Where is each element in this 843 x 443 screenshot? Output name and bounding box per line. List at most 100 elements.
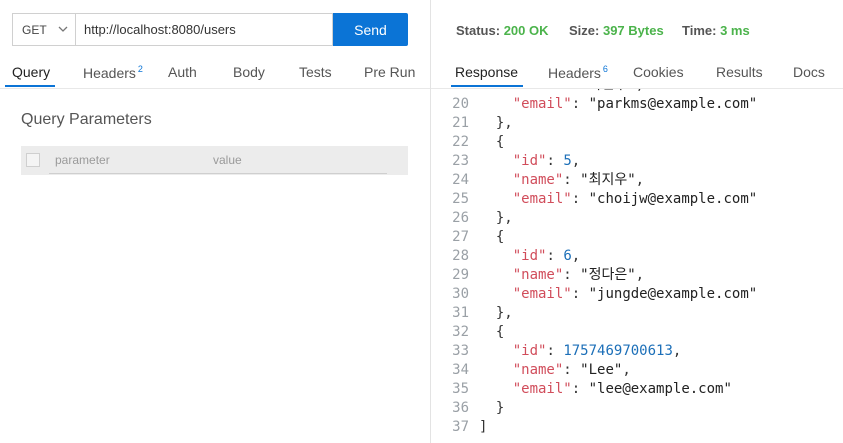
code-text: "email": "choijw@example.com"	[512, 191, 758, 207]
code-text: "id": 1757469700613,	[512, 343, 682, 359]
size-indicator: Size: 397 Bytes	[569, 23, 664, 38]
response-body-viewer[interactable]: 19 "name": "박민수",20 "email": "parkms@exa…	[431, 89, 843, 443]
status-label: Status:	[456, 23, 501, 38]
headers-count-badge: 6	[602, 64, 608, 74]
code-text: "name": "최지우",	[512, 172, 645, 188]
code-text: "id": 5,	[512, 153, 581, 169]
tab-label: Query	[12, 64, 51, 80]
tab-tests[interactable]: Tests	[299, 64, 332, 80]
request-pane: GET http://localhost:8080/users Send Que…	[0, 0, 430, 443]
code-line: 33 "id": 1757469700613,	[431, 342, 757, 361]
code-line: 28 "id": 6,	[431, 247, 757, 266]
section-title: Query Parameters	[21, 111, 152, 128]
tab-pre-run[interactable]: Pre Run	[364, 64, 415, 80]
code-text: "email": "jungde@example.com"	[512, 286, 758, 302]
size-value: 397 Bytes	[602, 23, 664, 38]
code-line: 25 "email": "choijw@example.com"	[431, 190, 757, 209]
active-tab-indicator	[5, 85, 55, 87]
code-line: 27 {	[431, 228, 757, 247]
code-text: {	[495, 229, 505, 245]
divider	[0, 88, 430, 89]
code-text: },	[495, 305, 513, 321]
line-number: 26	[452, 210, 469, 226]
tab-label: Tests	[299, 64, 332, 80]
code-line: 26 },	[431, 209, 757, 228]
param-enable-checkbox[interactable]	[26, 153, 40, 167]
chevron-down-icon	[58, 26, 68, 32]
code-text: "id": 6,	[512, 248, 581, 264]
send-button-label: Send	[354, 21, 387, 38]
time-value: 3 ms	[720, 23, 750, 38]
line-number: 31	[452, 305, 469, 321]
tab-results[interactable]: Results	[716, 64, 763, 80]
code-line: 37]	[431, 418, 757, 437]
tab-label: Cookies	[633, 64, 684, 80]
code-text: "name": "정다은",	[512, 267, 645, 283]
send-button[interactable]: Send	[333, 13, 408, 46]
line-number: 37	[452, 419, 469, 435]
request-tabs: Query Headers 2 Auth Body Tests Pre Run	[0, 60, 430, 88]
code-text: "name": "Lee",	[512, 362, 631, 378]
tab-label: Body	[233, 64, 265, 80]
code-line: 36 }	[431, 399, 757, 418]
query-param-row: parameter value	[21, 146, 408, 175]
tab-label: Docs	[793, 64, 825, 80]
line-number: 35	[452, 381, 469, 397]
line-number: 25	[452, 191, 469, 207]
code-line: 32 {	[431, 323, 757, 342]
code-text: "name": "박민수",	[479, 89, 644, 93]
tab-response-headers[interactable]: Headers 6	[548, 64, 608, 81]
tab-query[interactable]: Query	[12, 64, 50, 80]
param-value-input[interactable]: value	[213, 153, 242, 167]
line-number: 30	[452, 286, 469, 302]
tab-headers[interactable]: Headers 2	[83, 64, 143, 81]
line-number: 32	[452, 324, 469, 340]
line-number: 36	[452, 400, 469, 416]
size-label: Size:	[569, 23, 600, 38]
method-value: GET	[22, 22, 47, 37]
tab-response[interactable]: Response	[455, 64, 518, 80]
method-select[interactable]: GET	[12, 13, 75, 46]
line-number: 33	[452, 343, 469, 359]
code-text: },	[495, 115, 513, 131]
status-indicator: Status: 200 OK	[456, 23, 549, 38]
line-number: 23	[452, 153, 469, 169]
line-number: 29	[452, 267, 469, 283]
tab-label: Results	[716, 64, 763, 80]
url-value: http://localhost:8080/users	[84, 22, 236, 37]
param-name-underline	[49, 173, 221, 174]
time-label: Time:	[682, 23, 717, 38]
url-input[interactable]: http://localhost:8080/users	[75, 13, 333, 46]
code-text: "email": "lee@example.com"	[512, 381, 732, 397]
tab-body[interactable]: Body	[233, 64, 265, 80]
headers-count-badge: 2	[137, 64, 143, 74]
code-line: 21 },	[431, 114, 757, 133]
line-number: 34	[452, 362, 469, 378]
code-line: 34 "name": "Lee",	[431, 361, 757, 380]
tab-cookies[interactable]: Cookies	[633, 64, 684, 80]
line-number: 21	[452, 115, 469, 131]
code-line: 22 {	[431, 133, 757, 152]
tab-label: Pre Run	[364, 64, 416, 80]
line-number: 28	[452, 248, 469, 264]
tab-label: Auth	[168, 64, 197, 80]
response-pane: Status: 200 OK Size: 397 Bytes Time: 3 m…	[431, 0, 843, 443]
active-tab-indicator	[451, 85, 523, 87]
param-value-underline	[207, 173, 387, 174]
code-text: },	[495, 210, 513, 226]
param-name-input[interactable]: parameter	[55, 153, 110, 167]
code-line: 30 "email": "jungde@example.com"	[431, 285, 757, 304]
time-indicator: Time: 3 ms	[682, 23, 750, 38]
code-line: 23 "id": 5,	[431, 152, 757, 171]
code-lines: 19 "name": "박민수",20 "email": "parkms@exa…	[431, 89, 757, 437]
code-line: 24 "name": "최지우",	[431, 171, 757, 190]
line-number: 27	[452, 229, 469, 245]
code-line: 29 "name": "정다은",	[431, 266, 757, 285]
code-line: 31 },	[431, 304, 757, 323]
line-number: 22	[452, 134, 469, 150]
code-text: }	[495, 400, 505, 416]
tab-auth[interactable]: Auth	[168, 64, 197, 80]
code-text: "email": "parkms@example.com"	[512, 96, 758, 112]
tab-docs[interactable]: Docs	[793, 64, 825, 80]
code-text: {	[495, 324, 505, 340]
